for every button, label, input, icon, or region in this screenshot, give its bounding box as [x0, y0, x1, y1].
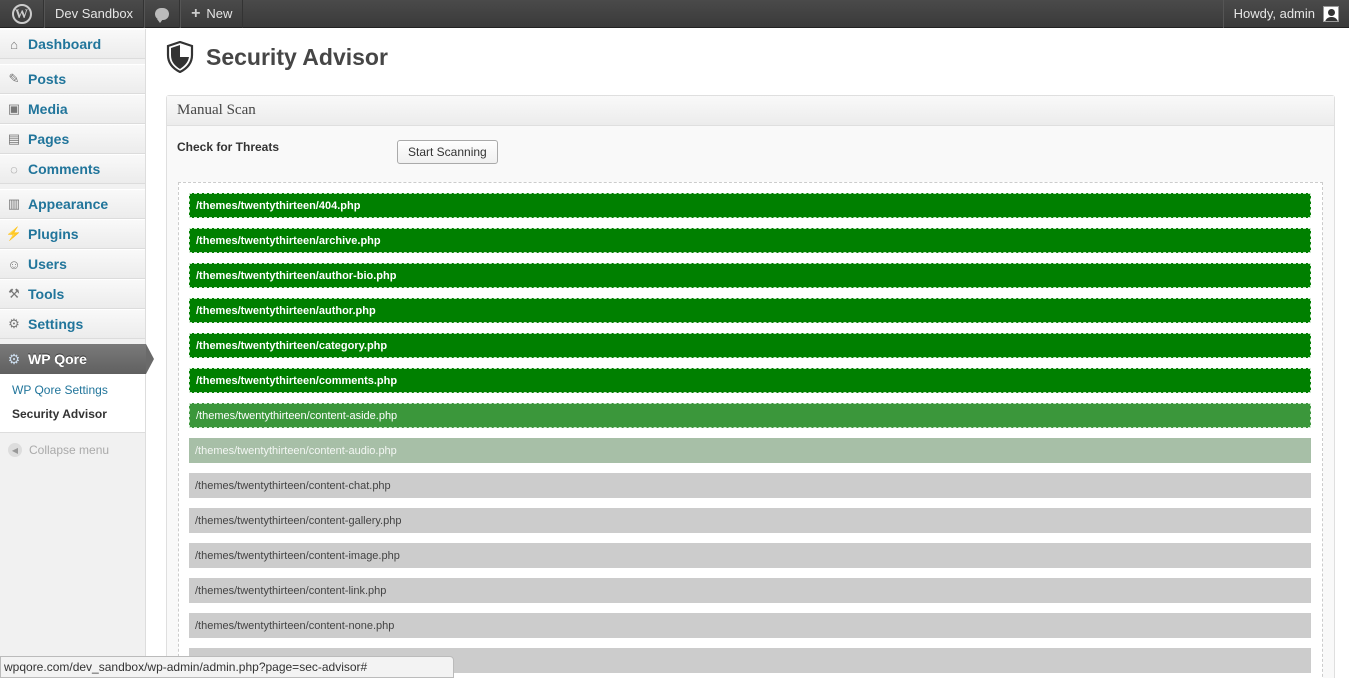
appearance-icon: ▥: [7, 196, 21, 211]
scan-file-list: /themes/twentythirteen/404.php/themes/tw…: [178, 182, 1323, 678]
plus-icon: +: [191, 4, 201, 22]
sidebar-item-wp-qore[interactable]: ⚙ WP Qore: [0, 344, 154, 374]
sidebar-item-label: Dashboard: [28, 36, 102, 52]
sidebar-item-label: Comments: [28, 161, 101, 177]
submenu-wp-qore-settings[interactable]: WP Qore Settings: [0, 378, 145, 402]
main-content: Security Advisor Manual Scan Check for T…: [166, 29, 1335, 678]
avatar: [1323, 5, 1339, 22]
page-title: Security Advisor: [206, 43, 388, 70]
sidebar-item-comments[interactable]: ◌ Comments: [0, 154, 145, 184]
browser-status-bar: wpqore.com/dev_sandbox/wp-admin/admin.ph…: [0, 656, 454, 678]
admin-sidebar: ⌂ Dashboard ✎ Posts ▣ Media ▤ Pages ◌ Comments ▥ Ap…: [0, 29, 154, 678]
start-scanning-button[interactable]: Start Scanning: [397, 140, 498, 164]
sidebar-item-appearance[interactable]: ▥ Appearance: [0, 189, 145, 219]
plug-icon: ⚡: [5, 226, 23, 241]
collapse-menu-button[interactable]: ◀ Collapse menu: [0, 433, 145, 457]
dashboard-icon: ⌂: [10, 36, 18, 52]
site-name-label: Dev Sandbox: [55, 6, 134, 21]
scan-file-row: /themes/twentythirteen/content-chat.php: [189, 473, 1311, 498]
panel-title: Manual Scan: [167, 96, 1334, 126]
comments-button[interactable]: [144, 0, 181, 28]
scan-file-row: /themes/twentythirteen/content-link.php: [189, 578, 1311, 603]
sidebar-item-posts[interactable]: ✎ Posts: [0, 64, 145, 94]
users-icon: ☺: [7, 256, 21, 272]
check-threats-label: Check for Threats: [177, 140, 280, 154]
collapse-label: Collapse menu: [29, 443, 110, 457]
media-icon: ▣: [7, 101, 21, 116]
tools-icon: ⚒: [8, 286, 20, 301]
scan-file-row: /themes/twentythirteen/comments.php: [189, 368, 1311, 393]
scan-file-row: /themes/twentythirteen/content-aside.php: [189, 403, 1311, 428]
sidebar-item-label: Appearance: [28, 196, 109, 212]
sidebar-item-label: Settings: [28, 316, 84, 332]
scan-file-row: /themes/twentythirteen/404.php: [189, 193, 1311, 218]
manual-scan-panel: Manual Scan Check for Threats Start Scan…: [166, 95, 1335, 678]
site-name-link[interactable]: Dev Sandbox: [44, 0, 145, 28]
page-header: Security Advisor: [166, 29, 1335, 85]
submenu-security-advisor[interactable]: Security Advisor: [0, 402, 145, 426]
sidebar-item-users[interactable]: ☺ Users: [0, 249, 145, 279]
scan-file-row: /themes/twentythirteen/category.php: [189, 333, 1311, 358]
scan-file-row: /themes/twentythirteen/content-image.php: [189, 543, 1311, 568]
shield-icon: [166, 41, 194, 73]
scan-file-row: /themes/twentythirteen/author-bio.php: [189, 263, 1311, 288]
status-url: wpqore.com/dev_sandbox/wp-admin/admin.ph…: [4, 660, 368, 674]
sidebar-item-label: Media: [28, 101, 68, 117]
sidebar-item-label: Users: [28, 256, 67, 272]
sidebar-item-label: WP Qore: [28, 351, 87, 367]
scan-file-row: /themes/twentythirteen/content-gallery.p…: [189, 508, 1311, 533]
wp-qore-submenu: WP Qore Settings Security Advisor: [0, 374, 145, 433]
wordpress-icon: W: [11, 3, 32, 24]
scan-file-row: /themes/twentythirteen/content-none.php: [189, 613, 1311, 638]
gear-icon: ⚙: [7, 350, 21, 367]
scan-file-row: /themes/twentythirteen/author.php: [189, 298, 1311, 323]
settings-icon: ⚙: [8, 316, 20, 331]
scan-row: Check for Threats Start Scanning: [167, 126, 1334, 178]
sidebar-item-label: Plugins: [28, 226, 79, 242]
sidebar-item-media[interactable]: ▣ Media: [0, 94, 145, 124]
scan-file-row: /themes/twentythirteen/archive.php: [189, 228, 1311, 253]
new-content-button[interactable]: + New: [180, 0, 244, 28]
sidebar-item-label: Posts: [28, 71, 67, 87]
howdy-label: Howdy, admin: [1233, 6, 1315, 21]
sidebar-item-label: Pages: [28, 131, 70, 147]
sidebar-item-tools[interactable]: ⚒ Tools: [0, 279, 145, 309]
sidebar-item-label: Tools: [28, 286, 65, 302]
sidebar-item-settings[interactable]: ⚙ Settings: [0, 309, 145, 339]
pin-icon: ✎: [8, 71, 20, 86]
comment-icon: ◌: [10, 161, 18, 177]
collapse-arrow-icon: ◀: [8, 443, 22, 457]
account-menu[interactable]: Howdy, admin: [1222, 0, 1349, 28]
sidebar-item-plugins[interactable]: ⚡ Plugins: [0, 219, 145, 249]
comment-bubble-icon: [155, 7, 170, 23]
scan-file-row: /themes/twentythirteen/content-audio.php: [189, 438, 1311, 463]
admin-bar: W Dev Sandbox + New Howdy, admin: [0, 0, 1349, 28]
pages-icon: ▤: [7, 131, 21, 146]
sidebar-item-dashboard[interactable]: ⌂ Dashboard: [0, 29, 145, 59]
sidebar-item-pages[interactable]: ▤ Pages: [0, 124, 145, 154]
new-label: New: [206, 6, 233, 21]
wordpress-logo-button[interactable]: W: [0, 0, 44, 28]
